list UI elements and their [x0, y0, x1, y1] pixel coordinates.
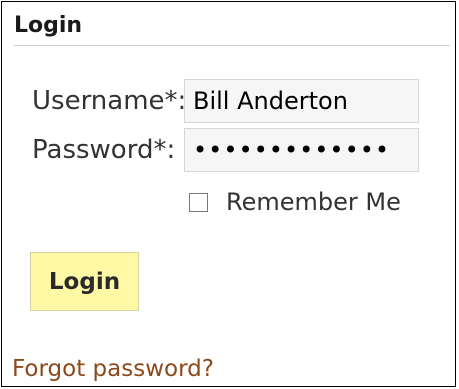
- username-input[interactable]: [184, 79, 419, 123]
- panel-title: Login: [14, 10, 450, 46]
- remember-me-row[interactable]: Remember Me: [189, 182, 401, 222]
- forgot-password-link[interactable]: Forgot password?: [12, 354, 214, 384]
- remember-me-label[interactable]: Remember Me: [226, 188, 401, 216]
- login-panel: Login Username*: Password*: Remember Me …: [1, 1, 456, 387]
- username-label: Username*:: [32, 86, 187, 116]
- password-input[interactable]: [184, 128, 419, 172]
- password-label: Password*:: [32, 135, 176, 165]
- login-button[interactable]: Login: [30, 252, 139, 311]
- remember-me-checkbox[interactable]: [189, 192, 208, 212]
